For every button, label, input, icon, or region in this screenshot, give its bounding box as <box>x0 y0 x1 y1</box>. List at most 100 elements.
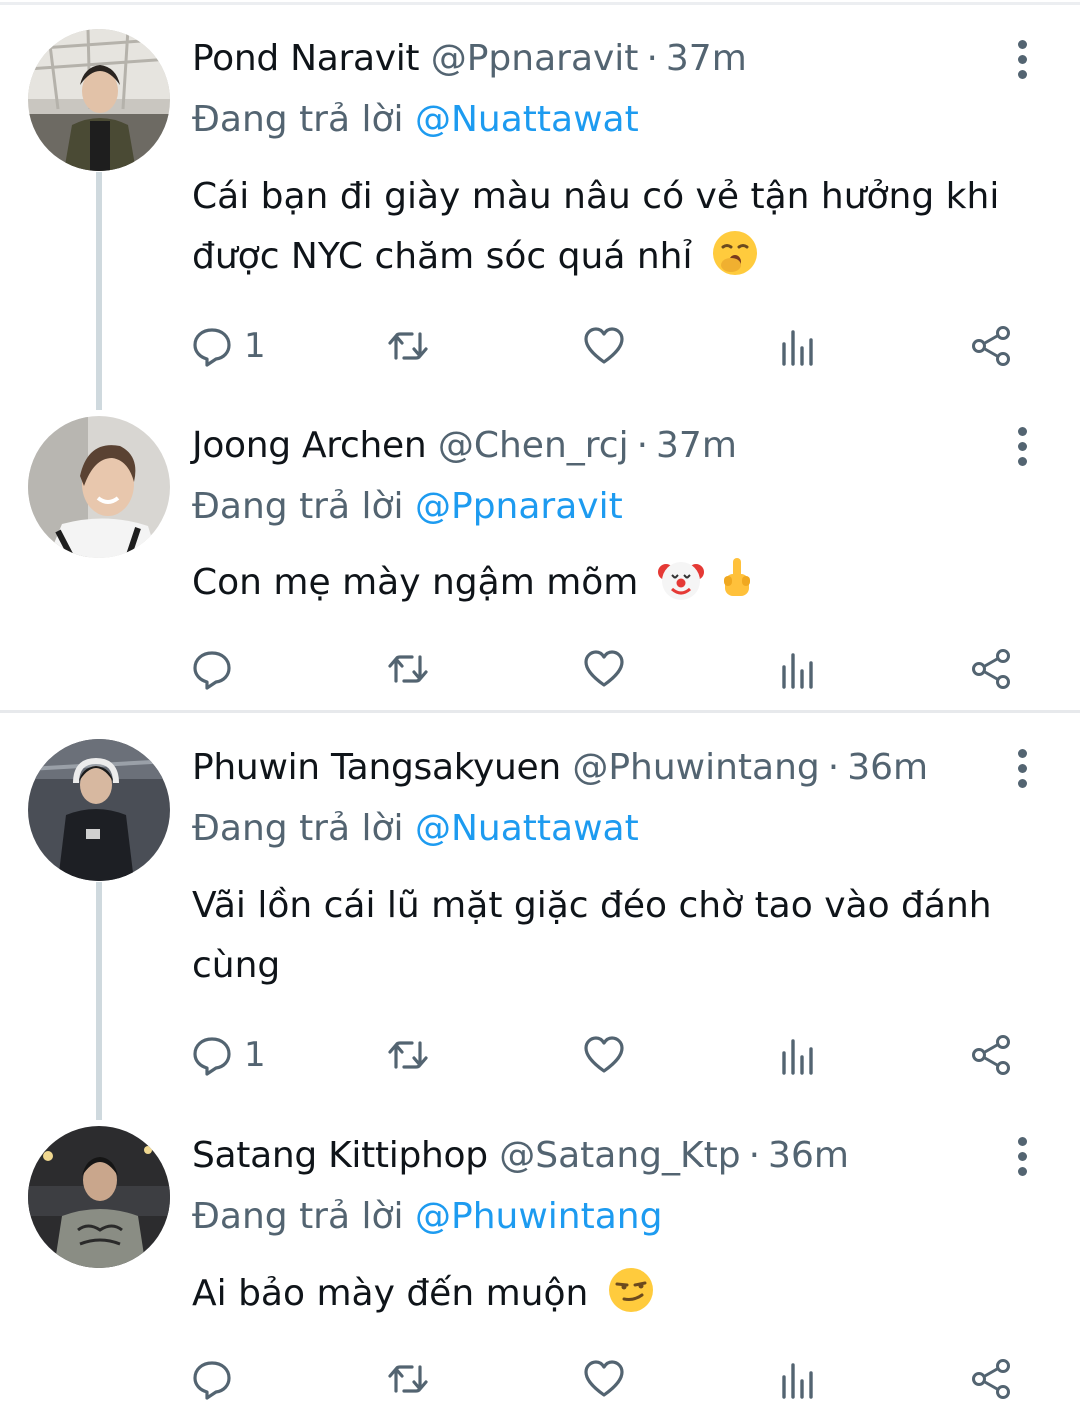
tweet-header: Joong Archen @Chen_rcj · 37m <box>192 421 737 471</box>
like-icon <box>582 1033 626 1077</box>
yawning-face-emoji-icon <box>710 228 760 278</box>
like-icon <box>582 1357 626 1401</box>
smirking-face-emoji-icon <box>606 1265 656 1315</box>
tweet-actions: 1 <box>190 1031 1020 1079</box>
timestamp[interactable]: 36m <box>847 747 928 788</box>
replying-to-label: Đang trả lời <box>192 808 404 849</box>
views-button[interactable] <box>776 1355 820 1403</box>
views-button[interactable] <box>776 1031 820 1079</box>
middle-finger-emoji-icon <box>712 554 762 604</box>
display-name[interactable]: Satang Kittiphop <box>192 1135 488 1176</box>
like-button[interactable] <box>582 1031 626 1079</box>
like-icon <box>582 324 626 368</box>
timestamp[interactable]: 37m <box>656 425 737 466</box>
like-button[interactable] <box>582 1355 626 1403</box>
views-button[interactable] <box>776 645 820 693</box>
share-icon <box>970 647 1014 691</box>
timestamp[interactable]: 37m <box>666 38 747 79</box>
display-name[interactable]: Phuwin Tangsakyuen <box>192 747 561 788</box>
mention-link[interactable]: @Nuattawat <box>415 808 639 849</box>
views-icon <box>776 1033 820 1077</box>
display-name[interactable]: Joong Archen <box>192 425 427 466</box>
replying-to-label: Đang trả lời <box>192 99 404 140</box>
user-handle[interactable]: @Chen_rcj <box>438 425 629 466</box>
retweet-icon <box>386 1357 430 1401</box>
like-button[interactable] <box>582 322 626 370</box>
thread-connector <box>96 172 102 410</box>
replying-to: Đang trả lời @Nuattawat <box>192 95 639 145</box>
replying-to: Đang trả lời @Ppnaravit <box>192 482 623 532</box>
like-button[interactable] <box>582 645 626 693</box>
avatar[interactable] <box>28 1126 170 1268</box>
tweet-header: Pond Naravit @Ppnaravit · 37m <box>192 34 747 84</box>
retweet-button[interactable] <box>386 1355 430 1403</box>
reply-count: 1 <box>244 326 266 366</box>
views-icon <box>776 1357 820 1401</box>
tweet-text-content: Cái bạn đi giày màu nâu có vẻ tận hưởng … <box>192 176 1000 277</box>
timestamp[interactable]: 36m <box>768 1135 849 1176</box>
clown-face-emoji-icon <box>656 554 706 604</box>
more-icon[interactable] <box>1004 743 1040 793</box>
tweet-text: Ai bảo mày đến muộn <box>192 1264 1042 1324</box>
retweet-button[interactable] <box>386 1031 430 1079</box>
top-divider <box>0 2 1080 5</box>
views-icon <box>776 647 820 691</box>
avatar[interactable] <box>28 29 170 171</box>
tweet-text-content: Vãi lồn cái lũ mặt giặc đéo chờ tao vào … <box>192 885 992 986</box>
more-icon[interactable] <box>1004 421 1040 471</box>
reply-icon <box>190 647 234 691</box>
reply-feed: Pond Naravit @Ppnaravit · 37m Đang trả lời… <box>0 0 1080 1424</box>
share-icon <box>970 1357 1014 1401</box>
tweet-text: Vãi lồn cái lũ mặt giặc đéo chờ tao vào … <box>192 876 1042 996</box>
replying-to: Đang trả lời @Phuwintang <box>192 1192 662 1242</box>
user-handle[interactable]: @Satang_Ktp <box>499 1135 740 1176</box>
thread-divider <box>0 710 1080 713</box>
tweet-actions <box>190 645 1020 693</box>
avatar[interactable] <box>28 416 170 558</box>
replying-to: Đang trả lời @Nuattawat <box>192 804 639 854</box>
replying-to-label: Đang trả lời <box>192 486 404 527</box>
more-icon[interactable] <box>1004 1131 1040 1181</box>
views-icon <box>776 324 820 368</box>
share-icon <box>970 1033 1014 1077</box>
reply-count: 1 <box>244 1035 266 1075</box>
tweet-header: Satang Kittiphop @Satang_Ktp · 36m <box>192 1131 849 1181</box>
retweet-button[interactable] <box>386 645 430 693</box>
mention-link[interactable]: @Phuwintang <box>415 1196 662 1237</box>
tweet-text-content: Ai bảo mày đến muộn <box>192 1273 589 1314</box>
reply-icon <box>190 1357 234 1401</box>
retweet-icon <box>386 647 430 691</box>
separator-dot: · <box>748 1135 761 1176</box>
reply-button[interactable]: 1 <box>190 1031 266 1079</box>
views-button[interactable] <box>776 322 820 370</box>
mention-link[interactable]: @Nuattawat <box>415 99 639 140</box>
reply-icon <box>190 324 234 368</box>
mention-link[interactable]: @Ppnaravit <box>415 486 623 527</box>
thread-connector <box>96 882 102 1120</box>
tweet-text: Cái bạn đi giày màu nâu có vẻ tận hưởng … <box>192 167 1042 287</box>
display-name[interactable]: Pond Naravit <box>192 38 420 79</box>
separator-dot: · <box>827 747 840 788</box>
more-icon[interactable] <box>1004 34 1040 84</box>
share-icon <box>970 324 1014 368</box>
share-button[interactable] <box>970 322 1014 370</box>
tweet-text: Con mẹ mày ngậm mõm <box>192 553 1042 613</box>
separator-dot: · <box>636 425 649 466</box>
user-handle[interactable]: @Phuwintang <box>572 747 819 788</box>
reply-button[interactable] <box>190 645 244 693</box>
avatar[interactable] <box>28 739 170 881</box>
tweet-text-content: Con mẹ mày ngậm mõm <box>192 562 639 603</box>
tweet-actions: 1 <box>190 322 1020 370</box>
share-button[interactable] <box>970 1355 1014 1403</box>
user-handle[interactable]: @Ppnaravit <box>431 38 639 79</box>
retweet-icon <box>386 1033 430 1077</box>
tweet-header: Phuwin Tangsakyuen @Phuwintang · 36m <box>192 743 928 793</box>
retweet-button[interactable] <box>386 322 430 370</box>
share-button[interactable] <box>970 1031 1014 1079</box>
separator-dot: · <box>646 38 658 79</box>
reply-button[interactable]: 1 <box>190 322 266 370</box>
like-icon <box>582 647 626 691</box>
tweet-actions <box>190 1355 1020 1403</box>
reply-button[interactable] <box>190 1355 244 1403</box>
share-button[interactable] <box>970 645 1014 693</box>
